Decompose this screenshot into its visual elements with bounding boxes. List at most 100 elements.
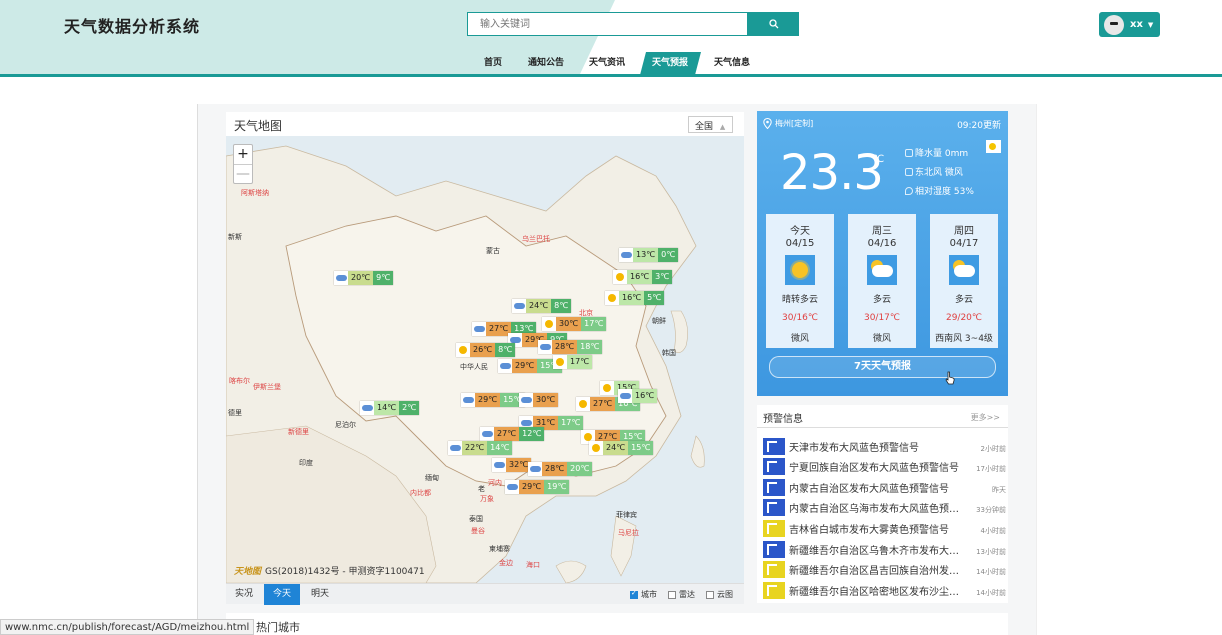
city-weather-tag[interactable]: 20℃ 9℃ <box>334 271 394 285</box>
map-label: 韩国 <box>662 349 676 357</box>
sunny-icon <box>576 397 590 411</box>
city-weather-tag[interactable]: 28℃ 20℃ <box>528 462 593 476</box>
layer-label: 雷达 <box>679 590 695 599</box>
layer-radar-toggle[interactable]: 雷达 <box>668 589 695 600</box>
city-weather-tag[interactable]: 17℃ <box>553 355 593 369</box>
sunny-icon <box>600 381 614 395</box>
city-weather-tag[interactable]: 29℃ 19℃ <box>505 480 570 494</box>
cloudy-icon <box>492 458 506 472</box>
high-temp: 27℃ <box>590 397 616 411</box>
warning-item[interactable]: 新疆维吾尔自治区乌鲁木齐市发布大风蓝色预警信号 13小时前 <box>763 539 1006 559</box>
city-weather-tag[interactable]: 16℃ 5℃ <box>605 291 665 305</box>
city-weather-tag[interactable]: 30℃ 17℃ <box>542 317 607 331</box>
high-temp: 16℃ <box>632 389 658 403</box>
tab-today[interactable]: 今天 <box>264 584 301 605</box>
cloudy-icon <box>360 401 374 415</box>
warning-item[interactable]: 内蒙古自治区乌海市发布大风蓝色预警信号 33分钟前 <box>763 498 1006 518</box>
cloudy-icon <box>618 389 632 403</box>
warning-item[interactable]: 宁夏回族自治区发布大风蓝色预警信号 17小时前 <box>763 457 1006 477</box>
tab-live[interactable]: 实况 <box>226 584 262 605</box>
wind-value: 东北风 微风 <box>915 168 963 178</box>
warning-item[interactable]: 新疆维吾尔自治区昌吉回族自治州发布大风黄色预警信号 14小时前 <box>763 560 1006 580</box>
city-weather-tag[interactable]: 28℃ 18℃ <box>538 340 603 354</box>
tab-tomorrow[interactable]: 明天 <box>302 584 338 605</box>
checkbox[interactable] <box>706 590 714 599</box>
forecast-day-card: 周三 04/16 多云 30/17℃ 微风 <box>848 214 916 348</box>
city-weather-tag[interactable]: 29℃ 15℃ <box>461 393 526 407</box>
nav-weather-info[interactable]: 天气信息 <box>710 52 754 74</box>
city-weather-tag[interactable]: 24℃ 15℃ <box>589 441 654 455</box>
partly-cloudy-icon <box>949 255 979 285</box>
warning-more-link[interactable]: 更多>> <box>971 412 1000 423</box>
warning-time: 4小时前 <box>980 526 1006 535</box>
header-divider <box>0 74 1222 77</box>
map-scope-value: 全国 <box>695 122 714 132</box>
cloudy-icon <box>461 393 475 407</box>
humidity-value: 相对湿度 53% <box>915 187 974 197</box>
city-weather-tag[interactable]: 22℃ 14℃ <box>448 441 513 455</box>
city-weather-tag[interactable]: 27℃ 12℃ <box>480 427 545 441</box>
wind: 东北风 微风 <box>905 165 963 178</box>
checkbox[interactable] <box>668 590 676 599</box>
city-weather-tag[interactable]: 26℃ 8℃ <box>456 343 516 357</box>
city-weather-tag[interactable]: 16℃ <box>618 389 658 403</box>
map-label: 菲律宾 <box>616 511 637 519</box>
layer-cloud-toggle[interactable]: 云图 <box>706 589 733 600</box>
checkbox-checked[interactable] <box>630 589 638 599</box>
search-button[interactable] <box>748 12 799 36</box>
location[interactable]: 梅州[定制] <box>763 118 813 129</box>
warning-header: 预警信息 更多>> <box>757 405 1008 428</box>
warning-time: 14小时前 <box>976 588 1006 597</box>
map-label: 河内 <box>488 479 502 487</box>
high-temp: 29℃ <box>512 359 538 373</box>
user-menu-button[interactable]: xx ▼ <box>1099 12 1160 37</box>
zoom-out-button[interactable]: — <box>234 164 252 183</box>
city-weather-tag[interactable]: 30℃ <box>519 393 559 407</box>
low-temp: 18℃ <box>577 340 603 354</box>
search-input[interactable] <box>467 12 748 36</box>
nav-forecast[interactable]: 天气预报 <box>648 52 692 74</box>
warning-time: 昨天 <box>992 485 1006 494</box>
map-scope-select[interactable]: 全国 ▲ <box>688 116 733 133</box>
day-weather: 多云 <box>872 295 891 305</box>
warning-item[interactable]: 内蒙古自治区发布大风蓝色预警信号 昨天 <box>763 477 1006 497</box>
day-name: 今天 <box>790 226 810 237</box>
humidity: 相对湿度 53% <box>905 184 974 197</box>
city-weather-tag[interactable]: 13℃ 0℃ <box>619 248 679 262</box>
map-label: 伊斯兰堡 <box>253 383 281 391</box>
warning-blue-icon <box>763 458 785 476</box>
nav-notices[interactable]: 通知公告 <box>524 52 568 74</box>
city-weather-tag[interactable]: 24℃ 8℃ <box>512 299 572 313</box>
warning-text: 新疆维吾尔自治区昌吉回族自治州发布大风黄色预警信号 <box>789 566 968 578</box>
high-temp: 27℃ <box>494 427 520 441</box>
map-label: 泰国 <box>469 515 483 523</box>
city-weather-tag[interactable]: 32℃ <box>492 458 532 472</box>
seven-day-forecast-button[interactable]: 7天天气预报 <box>769 356 996 378</box>
warning-item[interactable]: 天津市发布大风蓝色预警信号 2小时前 <box>763 436 1006 456</box>
warning-time: 2小时前 <box>980 444 1006 453</box>
forecast-day-card: 今天 04/15 晴转多云 30/16℃ 微风 <box>766 214 834 348</box>
search-icon <box>768 19 778 29</box>
day-temperature: 30/16℃ <box>781 313 819 323</box>
city-weather-tag[interactable]: 16℃ 3℃ <box>613 270 673 284</box>
day-date: 04/16 <box>867 238 897 249</box>
nav-news[interactable]: 天气资讯 <box>585 52 629 74</box>
day-temperature: 30/17℃ <box>863 313 901 323</box>
high-temp: 13℃ <box>633 248 659 262</box>
warning-time: 14小时前 <box>976 568 1006 577</box>
map-label: 内比都 <box>410 489 431 497</box>
warning-item[interactable]: 吉林省白城市发布大雾黄色预警信号 4小时前 <box>763 518 1006 538</box>
nav-home[interactable]: 首页 <box>477 52 509 74</box>
low-temp: 2℃ <box>399 401 420 415</box>
warning-item[interactable]: 新疆维吾尔自治区哈密地区发布沙尘暴黄色预警信号 14小时前 <box>763 580 1006 600</box>
layer-label: 城市 <box>641 590 657 599</box>
layer-city-toggle[interactable]: 城市 <box>630 589 657 600</box>
map-canvas[interactable]: + — 阿斯塔纳 新斯 乌兰巴托 蒙古 北京 朝鲜 韩国 中华人民 喀布尔 伊斯… <box>226 136 744 583</box>
zoom-in-button[interactable]: + <box>234 145 252 164</box>
map-label: 德里 <box>228 409 242 417</box>
warning-text: 新疆维吾尔自治区哈密地区发布沙尘暴黄色预警信号 <box>789 586 968 598</box>
cloudy-icon <box>334 271 348 285</box>
warning-blue-icon <box>763 499 785 517</box>
warning-blue-icon <box>763 540 785 558</box>
city-weather-tag[interactable]: 14℃ 2℃ <box>360 401 420 415</box>
